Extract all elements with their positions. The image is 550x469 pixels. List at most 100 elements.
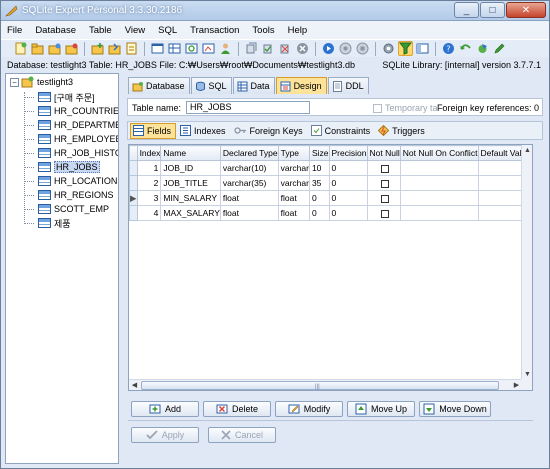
cell-not-null-on-conflict[interactable] <box>399 190 479 206</box>
new-database-icon[interactable] <box>13 41 28 56</box>
scroll-up-arrow-icon[interactable]: ▲ <box>522 145 532 156</box>
cell-size[interactable]: 0 <box>308 205 330 221</box>
form-view-icon[interactable] <box>415 41 430 56</box>
tab-constraints[interactable]: Constraints <box>309 123 375 139</box>
close-button[interactable]: ✕ <box>506 2 546 18</box>
user-icon[interactable] <box>218 41 233 56</box>
vertical-scrollbar[interactable]: ▲ ▼ <box>521 145 532 380</box>
column-header-precision[interactable]: Precision <box>328 145 368 161</box>
execute-step-icon[interactable] <box>338 41 353 56</box>
temporary-table-checkbox[interactable] <box>373 103 382 113</box>
menu-view[interactable]: View <box>125 25 145 36</box>
cell-not-null-on-conflict[interactable] <box>399 175 479 191</box>
cell-precision[interactable]: 0 <box>328 190 368 206</box>
cell-declared-type[interactable]: float <box>219 205 279 221</box>
edit-pen-icon[interactable] <box>492 41 507 56</box>
filter-icon[interactable] <box>398 41 413 56</box>
menu-tools[interactable]: Tools <box>252 25 274 36</box>
cell-index[interactable]: 1 <box>136 160 162 176</box>
tree-item-purchase-order[interactable]: [구매 주문] <box>24 90 95 104</box>
horizontal-scrollbar[interactable]: ◀ ||| ▶ <box>129 379 522 390</box>
menu-table[interactable]: Table <box>89 25 112 36</box>
row-indicator[interactable]: ▶ <box>129 190 138 206</box>
refresh-icon[interactable] <box>184 41 199 56</box>
sql-editor-icon[interactable] <box>150 41 165 56</box>
cell-type[interactable]: float <box>277 190 310 206</box>
cell-not-null[interactable] <box>366 160 401 176</box>
modify-button[interactable]: Modify <box>275 401 343 417</box>
maximize-button[interactable]: □ <box>480 2 505 18</box>
cell-precision[interactable]: 0 <box>328 175 368 191</box>
cell-precision[interactable]: 0 <box>328 205 368 221</box>
tree-item-hr-jobs[interactable]: HR_JOBS <box>24 160 100 174</box>
cancel-button[interactable]: Cancel <box>208 427 276 443</box>
tree-item-hr-departments[interactable]: HR_DEPARTMENTS <box>24 118 118 132</box>
column-header-declared-type[interactable]: Declared Type <box>219 145 279 161</box>
tree-item-scott-emp[interactable]: SCOTT_EMP <box>24 202 109 216</box>
back-arrow-icon[interactable] <box>458 41 473 56</box>
transaction-icon[interactable] <box>244 41 259 56</box>
column-header-not-null-on-conflict[interactable]: Not Null On Conflict <box>399 145 479 161</box>
new-table-icon[interactable] <box>90 41 105 56</box>
column-header-not-null[interactable]: Not Null <box>366 145 401 161</box>
row-indicator[interactable] <box>129 205 138 221</box>
menu-file[interactable]: File <box>7 25 22 36</box>
tab-triggers[interactable]: Triggers <box>376 123 429 139</box>
table-row[interactable]: 1 JOB_ID varchar(10) varchar 10 0 <box>129 160 532 176</box>
cell-precision[interactable]: 0 <box>328 160 368 176</box>
delete-button[interactable]: Delete <box>203 401 271 417</box>
not-null-checkbox[interactable] <box>380 179 389 188</box>
move-up-button[interactable]: Move Up <box>347 401 415 417</box>
tab-design[interactable]: Design <box>275 77 327 94</box>
tree-item-product[interactable]: 제품 <box>24 216 71 230</box>
import-icon[interactable] <box>107 41 122 56</box>
tree-collapse-toggle[interactable]: − <box>10 78 19 87</box>
cell-name[interactable]: JOB_ID <box>160 160 221 176</box>
table-name-input[interactable]: HR_JOBS <box>186 101 310 114</box>
column-header-index[interactable]: Index <box>136 145 162 161</box>
minimize-button[interactable]: _ <box>454 2 479 18</box>
tab-database[interactable]: Database <box>128 77 190 94</box>
row-indicator[interactable] <box>129 160 138 176</box>
tree-item-hr-job-history[interactable]: HR_JOB_HISTORY <box>24 146 118 160</box>
tree-item-hr-countries[interactable]: HR_COUNTRIES <box>24 104 118 118</box>
cell-declared-type[interactable]: float <box>219 190 279 206</box>
table-row[interactable]: 2 JOB_TITLE varchar(35) varchar 35 0 <box>129 175 532 191</box>
stop-icon[interactable] <box>295 41 310 56</box>
cell-type[interactable]: float <box>277 205 310 221</box>
cell-not-null[interactable] <box>366 190 401 206</box>
not-null-checkbox[interactable] <box>380 194 389 203</box>
menu-database[interactable]: Database <box>35 25 76 36</box>
column-header-name[interactable]: Name <box>160 145 221 161</box>
move-down-button[interactable]: Move Down <box>419 401 491 417</box>
cell-index[interactable]: 2 <box>136 175 162 191</box>
apply-button[interactable]: Apply <box>131 427 199 443</box>
menu-transaction[interactable]: Transaction <box>190 25 239 36</box>
tab-fields[interactable]: Fields <box>130 122 177 139</box>
tree-root-testlight3[interactable]: testlight3 <box>21 75 73 89</box>
help-icon[interactable]: ? <box>441 41 456 56</box>
open-database-icon[interactable] <box>30 41 45 56</box>
table-row[interactable]: ▶ 3 MIN_SALARY float float 0 0 <box>129 190 532 206</box>
cell-not-null-on-conflict[interactable] <box>399 160 479 176</box>
not-null-checkbox[interactable] <box>380 164 389 173</box>
attach-database-icon[interactable] <box>47 41 62 56</box>
close-database-icon[interactable] <box>64 41 79 56</box>
add-button[interactable]: Add <box>131 401 199 417</box>
cell-declared-type[interactable]: varchar(10) <box>219 160 279 176</box>
cell-name[interactable]: MIN_SALARY <box>160 190 221 206</box>
tab-indexes[interactable]: Indexes <box>178 123 230 139</box>
menu-sql[interactable]: SQL <box>158 25 177 36</box>
database-tree[interactable]: − testlight3 [구매 주문] HR_COUNTRIES HR_DEP… <box>5 73 119 464</box>
cell-name[interactable]: JOB_TITLE <box>160 175 221 191</box>
title-bar[interactable]: SQLite Expert Personal 3.3.30.2186 _ □ ✕ <box>1 1 549 21</box>
tab-foreign-keys[interactable]: Foreign Keys <box>232 123 307 139</box>
commit-icon[interactable] <box>261 41 276 56</box>
tree-item-hr-employees[interactable]: HR_EMPLOYEES <box>24 132 118 146</box>
execute-icon[interactable] <box>321 41 336 56</box>
scroll-left-arrow-icon[interactable]: ◀ <box>129 380 140 390</box>
cell-size[interactable]: 0 <box>308 190 330 206</box>
column-header-type[interactable]: Type <box>277 145 310 161</box>
tab-data[interactable]: Data <box>232 77 275 94</box>
tab-ddl[interactable]: DDL <box>327 77 369 94</box>
